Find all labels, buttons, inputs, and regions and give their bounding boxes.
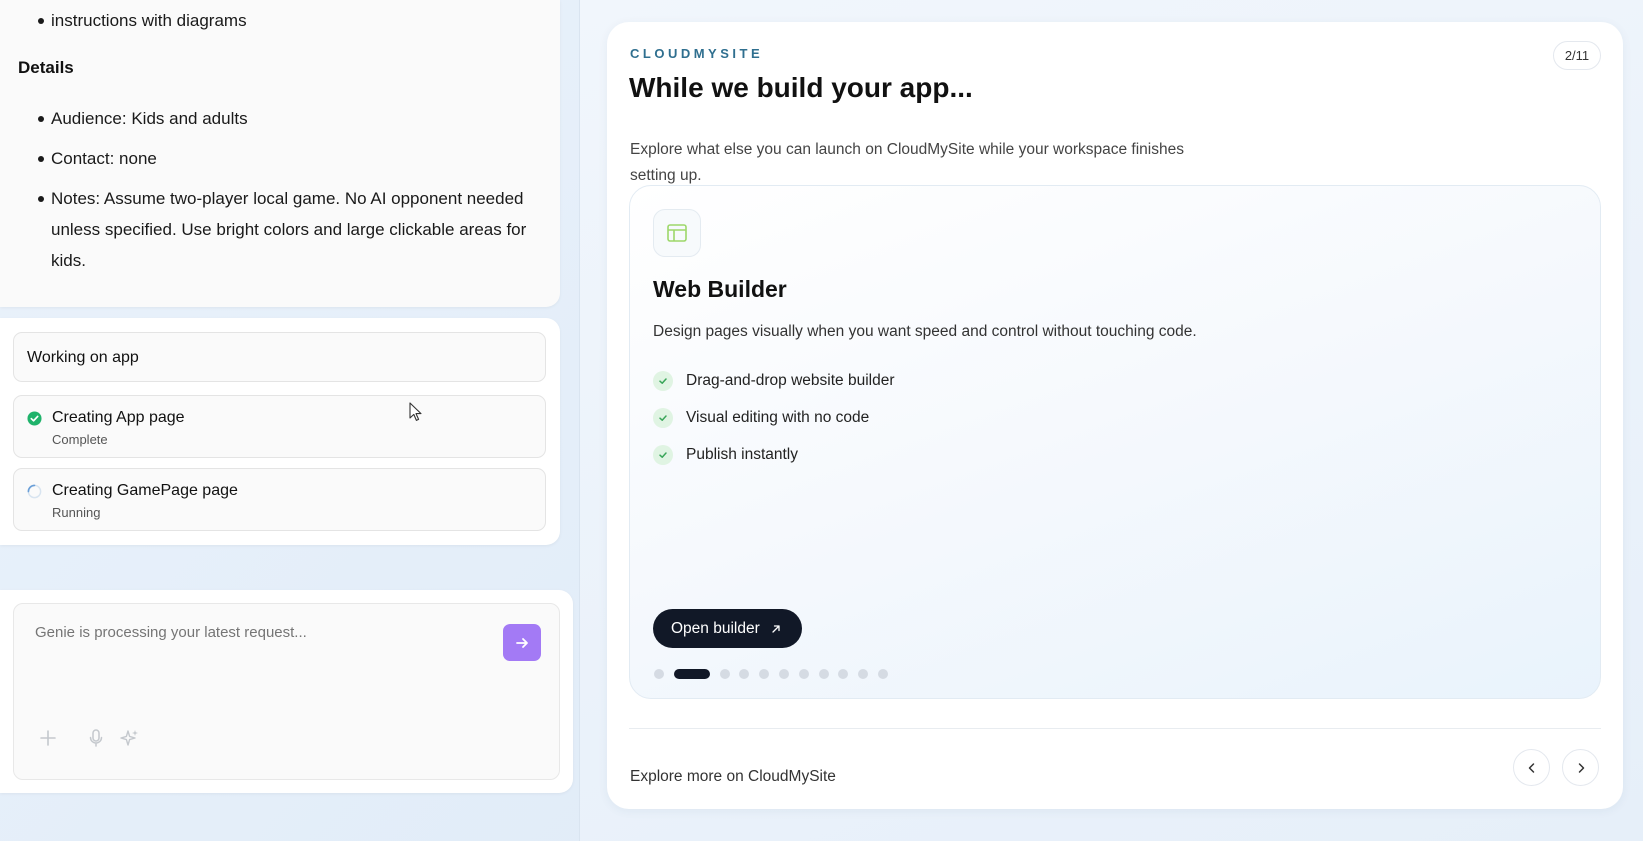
feature-item-label: Visual editing with no code bbox=[686, 408, 870, 426]
feature-card: Web Builder Design pages visually when y… bbox=[629, 185, 1601, 699]
check-circle-icon bbox=[27, 411, 42, 426]
work-progress-card: Working on app Creating App page Complet… bbox=[0, 318, 560, 545]
carousel-dot[interactable] bbox=[818, 669, 829, 679]
promo-card: CLOUDMYSITE 2/11 While we build your app… bbox=[607, 22, 1623, 809]
spinner-icon bbox=[27, 484, 42, 499]
plus-icon[interactable] bbox=[38, 728, 58, 748]
carousel-dot[interactable] bbox=[739, 669, 750, 679]
layout-icon bbox=[667, 224, 687, 242]
feature-item-label: Publish instantly bbox=[686, 445, 799, 463]
task-title: Creating GamePage page bbox=[52, 482, 238, 499]
chevron-left-icon bbox=[1528, 762, 1534, 773]
brand-label: CLOUDMYSITE bbox=[630, 46, 764, 61]
details-list: Audience: Kids and adults Contact: none … bbox=[18, 103, 548, 285]
carousel-dot[interactable] bbox=[778, 669, 789, 679]
task-item[interactable]: Creating App page Complete bbox=[13, 395, 546, 458]
carousel-dot[interactable] bbox=[759, 669, 770, 679]
chevron-right-icon bbox=[1578, 762, 1584, 773]
details-heading: Details bbox=[18, 58, 74, 77]
arrow-right-icon bbox=[516, 637, 528, 648]
feature-title: Web Builder bbox=[653, 276, 787, 302]
page-counter: 2/11 bbox=[1553, 41, 1601, 70]
feature-item: Publish instantly bbox=[653, 436, 895, 473]
promo-title: While we build your app... bbox=[629, 72, 973, 103]
chat-panel: instructions with diagrams Details Audie… bbox=[0, 0, 580, 841]
carousel-dot[interactable] bbox=[719, 669, 730, 679]
details-contact: Contact: none bbox=[18, 143, 548, 174]
feature-icon-box bbox=[653, 209, 701, 257]
promo-description: Explore what else you can launch on Clou… bbox=[630, 141, 1184, 184]
previous-slide-button[interactable] bbox=[1513, 749, 1550, 786]
check-icon bbox=[653, 407, 673, 428]
external-link-icon bbox=[772, 624, 780, 633]
sparkle-icon[interactable] bbox=[120, 728, 140, 748]
send-button[interactable] bbox=[503, 624, 541, 661]
carousel-dot[interactable] bbox=[858, 669, 869, 679]
footer-text: Explore more on CloudMySite bbox=[630, 768, 836, 785]
feature-list: Drag-and-drop website builder Visual edi… bbox=[653, 362, 895, 473]
details-notes: Notes: Assume two-player local game. No … bbox=[18, 183, 548, 276]
chat-input-card bbox=[0, 590, 573, 793]
task-status: Running bbox=[52, 505, 101, 520]
chat-input[interactable] bbox=[35, 624, 475, 641]
task-item[interactable]: Creating GamePage page Running bbox=[13, 468, 546, 531]
carousel-pagination bbox=[654, 669, 898, 679]
next-slide-button[interactable] bbox=[1562, 749, 1599, 786]
check-icon bbox=[653, 444, 673, 465]
carousel-dot[interactable] bbox=[654, 669, 664, 679]
carousel-dot-active[interactable] bbox=[673, 669, 710, 679]
feature-item-label: Drag-and-drop website builder bbox=[686, 371, 895, 389]
brief-bullet: instructions with diagrams bbox=[18, 5, 247, 36]
task-title: Creating App page bbox=[52, 409, 185, 426]
chat-input-box bbox=[13, 603, 560, 780]
feature-item: Drag-and-drop website builder bbox=[653, 362, 895, 399]
mouse-cursor-icon bbox=[409, 402, 422, 421]
open-builder-label: Open builder bbox=[671, 619, 760, 637]
divider bbox=[629, 728, 1601, 729]
check-icon bbox=[653, 370, 673, 391]
project-brief-card: instructions with diagrams Details Audie… bbox=[0, 0, 560, 307]
feature-item: Visual editing with no code bbox=[653, 399, 895, 436]
microphone-icon[interactable] bbox=[86, 728, 106, 748]
open-builder-button[interactable]: Open builder bbox=[653, 609, 802, 648]
carousel-dot[interactable] bbox=[798, 669, 809, 679]
feature-description: Design pages visually when you want spee… bbox=[653, 323, 1197, 340]
details-audience: Audience: Kids and adults bbox=[18, 103, 548, 134]
carousel-dot[interactable] bbox=[877, 669, 888, 679]
carousel-dot[interactable] bbox=[838, 669, 849, 679]
work-header[interactable]: Working on app bbox=[13, 332, 546, 382]
task-status: Complete bbox=[52, 432, 108, 447]
